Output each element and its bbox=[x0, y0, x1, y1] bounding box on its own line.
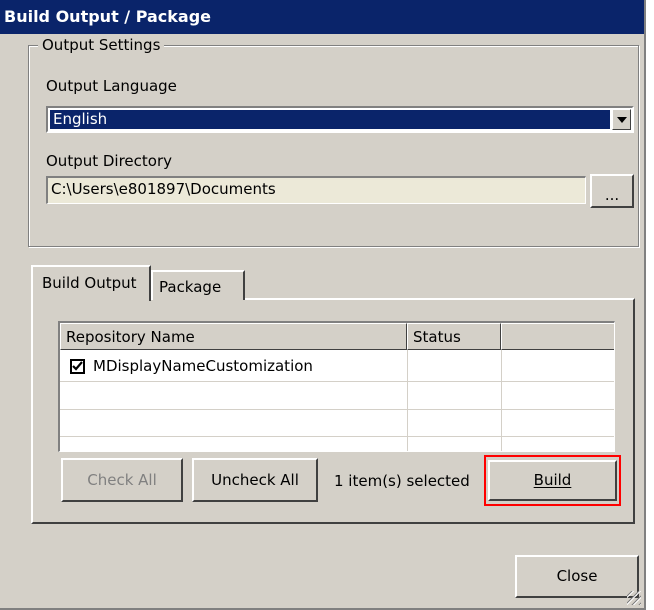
grid-line bbox=[60, 436, 614, 437]
uncheck-all-button[interactable]: Uncheck All bbox=[192, 458, 318, 502]
tab-package[interactable]: Package bbox=[151, 270, 245, 300]
tab-build-output[interactable]: Build Output bbox=[31, 265, 151, 301]
repository-name-cell: MDisplayNameCustomization bbox=[93, 357, 313, 375]
window-title: Build Output / Package bbox=[4, 7, 212, 26]
output-language-dropdown[interactable]: English bbox=[46, 106, 634, 133]
repository-list[interactable]: Repository Name Status MDisplayNameCusto… bbox=[58, 321, 615, 452]
build-button-label: Build bbox=[533, 471, 572, 489]
dropdown-button[interactable] bbox=[612, 109, 631, 130]
column-header-repository-name[interactable]: Repository Name bbox=[60, 323, 407, 350]
browse-button[interactable]: ... bbox=[590, 174, 634, 208]
output-language-value: English bbox=[50, 110, 610, 129]
output-directory-label: Output Directory bbox=[46, 152, 173, 170]
row-checkbox[interactable] bbox=[70, 359, 85, 374]
grid-line bbox=[60, 381, 614, 382]
chevron-down-icon bbox=[616, 116, 627, 123]
output-settings-label: Output Settings bbox=[38, 36, 165, 54]
title-bar[interactable]: Build Output / Package bbox=[0, 0, 644, 34]
selected-count-text: 1 item(s) selected bbox=[334, 472, 470, 490]
column-header-blank[interactable] bbox=[501, 323, 614, 350]
resize-grip-icon[interactable] bbox=[627, 591, 641, 605]
check-all-button[interactable]: Check All bbox=[61, 458, 183, 502]
checkmark-icon bbox=[72, 361, 83, 371]
output-directory-field[interactable]: C:\Users\e801897\Documents bbox=[46, 176, 586, 204]
build-button[interactable]: Build bbox=[488, 460, 617, 501]
close-button[interactable]: Close bbox=[515, 555, 639, 598]
build-output-dialog: Build Output / Package Output Settings O… bbox=[0, 0, 646, 610]
column-header-status[interactable]: Status bbox=[407, 323, 501, 350]
output-language-label: Output Language bbox=[46, 77, 177, 95]
output-settings-group bbox=[28, 45, 639, 247]
grid-line bbox=[60, 409, 614, 410]
